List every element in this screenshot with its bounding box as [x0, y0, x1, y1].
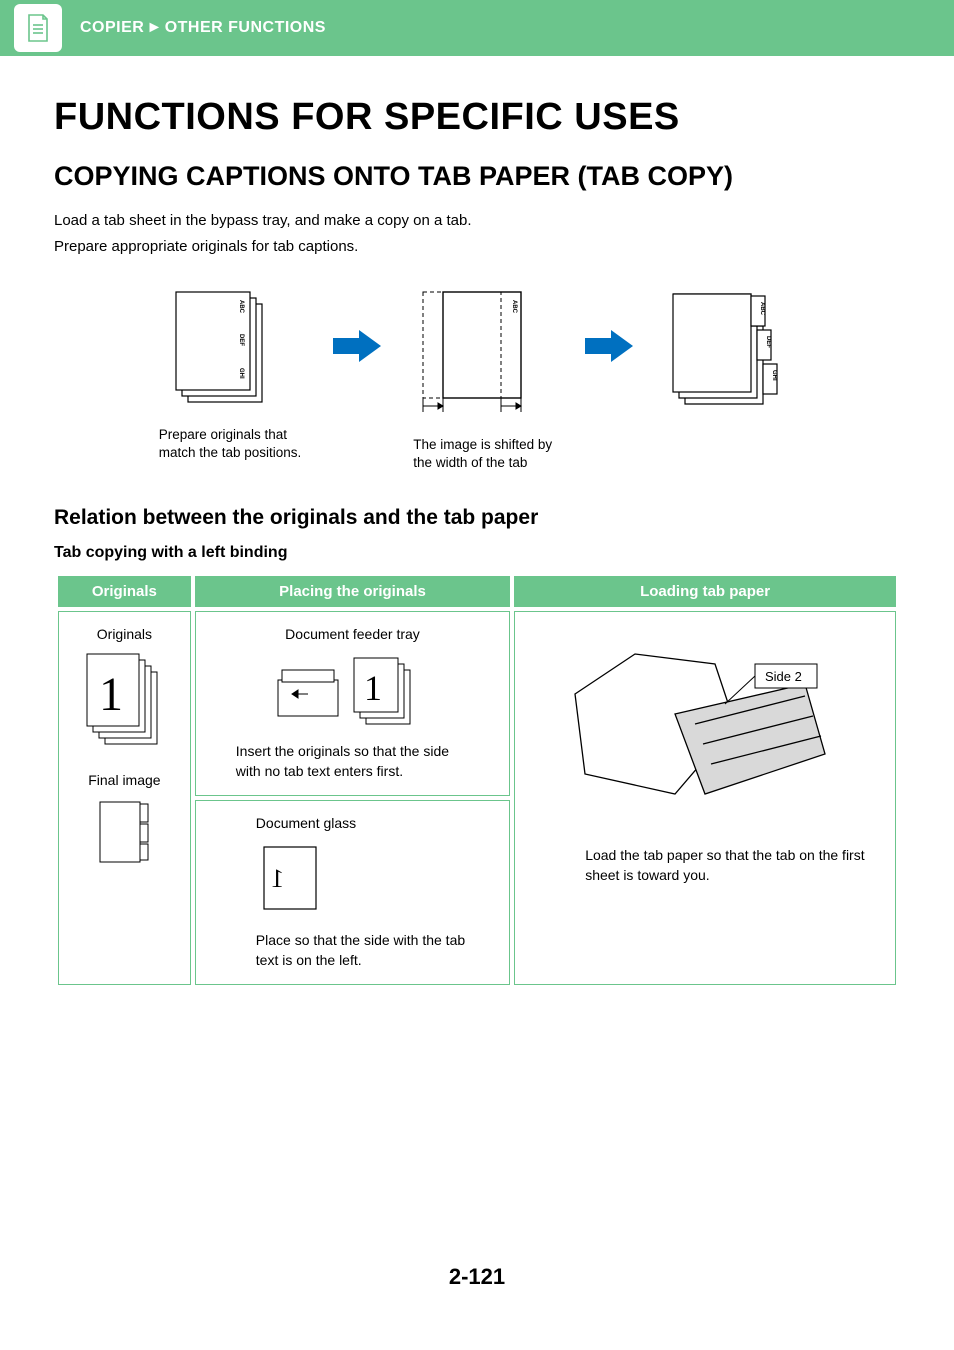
side2-label: Side 2 — [765, 669, 802, 684]
diagram-result: ABC DEF GHI — [665, 286, 795, 426]
page-content: FUNCTIONS FOR SPECIFIC USES COPYING CAPT… — [0, 56, 954, 989]
section-title: COPYING CAPTIONS ONTO TAB PAPER (TAB COP… — [54, 161, 900, 192]
cell-placing-bottom: Document glass 1 Place so that the side … — [195, 800, 510, 985]
intro-line-1: Load a tab sheet in the bypass tray, and… — [54, 210, 900, 232]
page-number: 2-121 — [0, 1264, 954, 1290]
svg-text:1: 1 — [364, 668, 382, 708]
th-loading: Loading tab paper — [514, 576, 896, 607]
placing-top-text: Insert the originals so that the side wi… — [206, 742, 499, 781]
diagram-caption-2-line1: The image is shifted by — [413, 436, 553, 454]
document-feeder-icon: 1 — [272, 650, 432, 730]
copier-icon — [14, 4, 62, 52]
arrow-right-icon — [583, 326, 635, 366]
diagram-shift: ABC The image is shifted by the width of… — [413, 286, 553, 472]
diag3-tab-abc: ABC — [759, 302, 765, 316]
relation-heading: Relation between the originals and the t… — [54, 506, 900, 530]
cell-loading: Side 2 Load the tab paper so that the ta… — [514, 611, 896, 985]
th-originals: Originals — [58, 576, 191, 607]
diagram-originals: ABC DEF GHI Prepare originals that match… — [159, 286, 302, 462]
placing-bottom-text: Place so that the side with the tab text… — [206, 931, 499, 970]
big-one: 1 — [99, 668, 123, 721]
cell-placing-top: Document feeder tray 1 In — [195, 611, 510, 796]
arrow-right-icon — [331, 326, 383, 366]
bypass-tray-icon: Side 2 — [555, 634, 855, 834]
final-image-label: Final image — [69, 772, 180, 788]
placing-top-title: Document feeder tray — [206, 626, 499, 642]
document-glass-icon: 1 — [256, 839, 336, 919]
originals-label: Originals — [69, 626, 180, 642]
breadcrumb-part2: OTHER FUNCTIONS — [165, 19, 326, 36]
diag1-tab-ghi: GHI — [238, 368, 244, 379]
breadcrumb: COPIER►OTHER FUNCTIONS — [80, 19, 326, 37]
loading-text: Load the tab paper so that the tab on th… — [525, 846, 885, 885]
diagram-caption-1-line2: match the tab positions. — [159, 444, 302, 462]
header-bar: COPIER►OTHER FUNCTIONS — [0, 0, 954, 56]
diag3-tab-def: DEF — [765, 336, 771, 348]
diagram-caption-2-line2: the width of the tab — [413, 454, 553, 472]
final-image-icon — [94, 796, 154, 876]
diag2-tab-abc: ABC — [511, 300, 517, 314]
breadcrumb-arrow-icon: ► — [146, 19, 162, 36]
placing-bottom-title: Document glass — [206, 815, 499, 831]
intro-line-2: Prepare appropriate originals for tab ca… — [54, 236, 900, 258]
diag1-tab-def: DEF — [238, 334, 244, 346]
diag1-tab-abc: ABC — [238, 300, 244, 314]
diag3-tab-ghi: GHI — [771, 370, 777, 381]
breadcrumb-part1: COPIER — [80, 19, 144, 36]
cell-originals: Originals 1 Final image — [58, 611, 191, 985]
th-placing: Placing the originals — [195, 576, 510, 607]
relation-table: Originals Placing the originals Loading … — [54, 572, 900, 989]
relation-subheading: Tab copying with a left binding — [54, 544, 900, 562]
svg-text:1: 1 — [271, 864, 284, 893]
page-title: FUNCTIONS FOR SPECIFIC USES — [54, 96, 900, 139]
diagram-caption-1-line1: Prepare originals that — [159, 426, 302, 444]
diagram-row: ABC DEF GHI Prepare originals that match… — [54, 286, 900, 472]
originals-stack-icon: 1 — [79, 650, 169, 760]
